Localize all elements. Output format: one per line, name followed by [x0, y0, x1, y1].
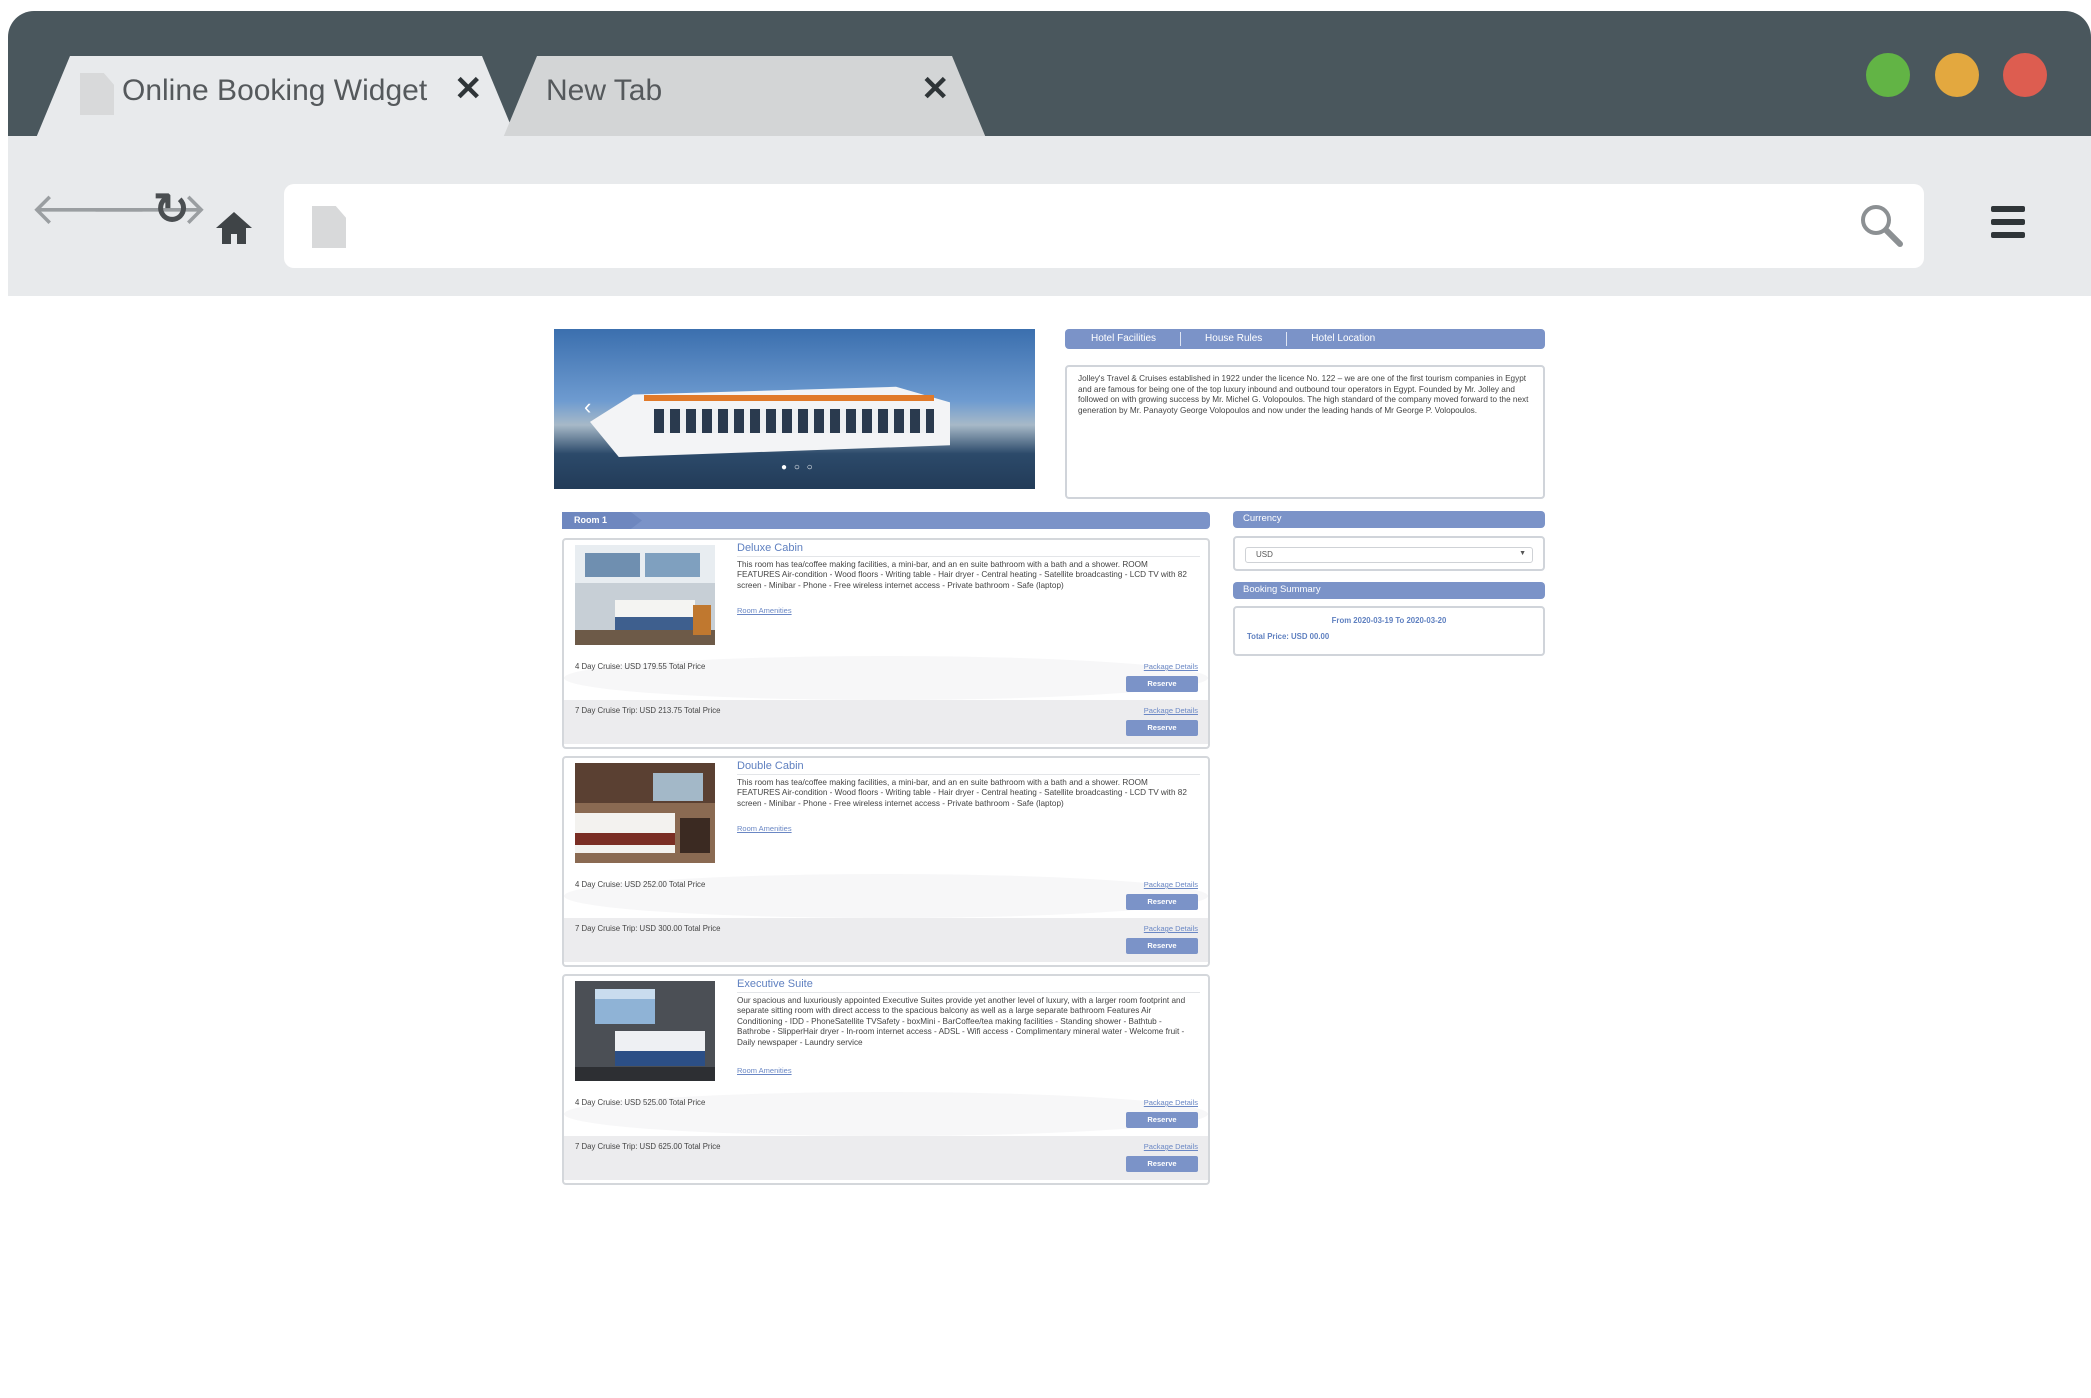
package-row: 4 Day Cruise: USD 252.00 Total Price Pac… [564, 874, 1208, 918]
carousel-prev-icon[interactable]: ‹ [584, 394, 591, 420]
reserve-button[interactable]: Reserve [1126, 938, 1198, 954]
package-details-link[interactable]: Package Details [1144, 924, 1198, 933]
hotel-description: Jolley's Travel & Cruises established in… [1065, 365, 1545, 499]
page-icon [312, 206, 346, 248]
package-price: 4 Day Cruise: USD 179.55 Total Price [575, 662, 706, 671]
browser-toolbar: 🡐 🡒 ↻ [8, 136, 2091, 296]
currency-selected: USD [1256, 550, 1273, 559]
home-icon[interactable] [214, 210, 254, 246]
room-card-executive-suite: Executive Suite Our spacious and luxurio… [562, 974, 1210, 1185]
close-tab-icon[interactable]: ✕ [454, 69, 483, 109]
package-row: 4 Day Cruise: USD 525.00 Total Price Pac… [564, 1092, 1208, 1136]
package-row: 7 Day Cruise Trip: USD 213.75 Total Pric… [564, 700, 1208, 744]
package-details-link[interactable]: Package Details [1144, 662, 1198, 671]
chevron-down-icon: ▼ [1519, 550, 1526, 557]
package-row: 7 Day Cruise Trip: USD 625.00 Total Pric… [564, 1136, 1208, 1180]
hotel-info-tabs: Hotel Facilities House Rules Hotel Locat… [1065, 329, 1545, 349]
minimize-button[interactable] [1935, 53, 1979, 97]
room-header: Room 1 [562, 512, 1210, 529]
room-name: Executive Suite [737, 978, 813, 990]
room-name: Double Cabin [737, 760, 804, 772]
room-name: Deluxe Cabin [737, 542, 804, 554]
room-photo [575, 545, 715, 645]
close-tab-icon[interactable]: ✕ [921, 69, 950, 109]
room-amenities-link[interactable]: Room Amenities [737, 824, 792, 833]
package-details-link[interactable]: Package Details [1144, 706, 1198, 715]
booking-summary-panel: From 2020-03-19 To 2020-03-20 Total Pric… [1233, 606, 1545, 656]
forward-arrow-icon[interactable]: 🡒 [90, 188, 208, 232]
package-price: 7 Day Cruise Trip: USD 213.75 Total Pric… [575, 706, 721, 715]
reload-icon[interactable]: ↻ [153, 188, 190, 232]
reserve-button[interactable]: Reserve [1126, 1112, 1198, 1128]
page-icon [80, 73, 114, 115]
package-price: 7 Day Cruise Trip: USD 300.00 Total Pric… [575, 924, 721, 933]
booking-dates: From 2020-03-19 To 2020-03-20 [1331, 616, 1447, 625]
hamburger-menu-icon[interactable] [1991, 206, 2025, 245]
room-card-deluxe-cabin: Deluxe Cabin This room has tea/coffee ma… [562, 538, 1210, 749]
search-icon[interactable] [1858, 202, 1904, 248]
currency-panel: USD ▼ [1233, 536, 1545, 571]
room-label: Room 1 [562, 512, 642, 529]
package-row: 4 Day Cruise: USD 179.55 Total Price Pac… [564, 656, 1208, 700]
booking-summary-heading: Booking Summary [1233, 582, 1545, 599]
page-content: ‹ ● ○ ○ Hotel Facilities House Rules Hot… [8, 296, 2091, 1398]
reserve-button[interactable]: Reserve [1126, 894, 1198, 910]
tab-house-rules[interactable]: House Rules [1181, 332, 1288, 346]
room-card-double-cabin: Double Cabin This room has tea/coffee ma… [562, 756, 1210, 967]
reserve-button[interactable]: Reserve [1126, 676, 1198, 692]
package-row: 7 Day Cruise Trip: USD 300.00 Total Pric… [564, 918, 1208, 962]
currency-heading: Currency [1233, 511, 1545, 528]
package-details-link[interactable]: Package Details [1144, 1098, 1198, 1107]
package-details-link[interactable]: Package Details [1144, 1142, 1198, 1151]
hotel-photo-carousel[interactable]: ‹ ● ○ ○ [554, 329, 1035, 489]
tab-title: New Tab [546, 74, 663, 107]
room-description: This room has tea/coffee making faciliti… [737, 778, 1187, 808]
currency-select[interactable]: USD ▼ [1245, 547, 1533, 563]
room-photo [575, 763, 715, 863]
room-photo [575, 981, 715, 1081]
close-window-button[interactable] [2003, 53, 2047, 97]
browser-window: Online Booking Widget ✕ New Tab ✕ 🡐 🡒 ↻ [8, 11, 2091, 1398]
title-bar: Online Booking Widget ✕ New Tab ✕ [8, 11, 2091, 138]
tab-title: Online Booking Widget [122, 74, 428, 107]
package-price: 4 Day Cruise: USD 525.00 Total Price [575, 1098, 706, 1107]
tab-hotel-location[interactable]: Hotel Location [1287, 332, 1399, 346]
package-details-link[interactable]: Package Details [1144, 880, 1198, 889]
package-price: 7 Day Cruise Trip: USD 625.00 Total Pric… [575, 1142, 721, 1151]
room-description: This room has tea/coffee making faciliti… [737, 560, 1187, 590]
carousel-dots[interactable]: ● ○ ○ [781, 462, 815, 473]
room-amenities-link[interactable]: Room Amenities [737, 606, 792, 615]
address-bar[interactable] [284, 184, 1924, 268]
room-description: Our spacious and luxuriously appointed E… [737, 996, 1186, 1047]
maximize-button[interactable] [1866, 53, 1910, 97]
room-amenities-link[interactable]: Room Amenities [737, 1066, 792, 1075]
package-price: 4 Day Cruise: USD 252.00 Total Price [575, 880, 706, 889]
tab-hotel-facilities[interactable]: Hotel Facilities [1065, 332, 1182, 346]
reserve-button[interactable]: Reserve [1126, 1156, 1198, 1172]
reserve-button[interactable]: Reserve [1126, 720, 1198, 736]
booking-total: Total Price: USD 00.00 [1247, 632, 1330, 641]
